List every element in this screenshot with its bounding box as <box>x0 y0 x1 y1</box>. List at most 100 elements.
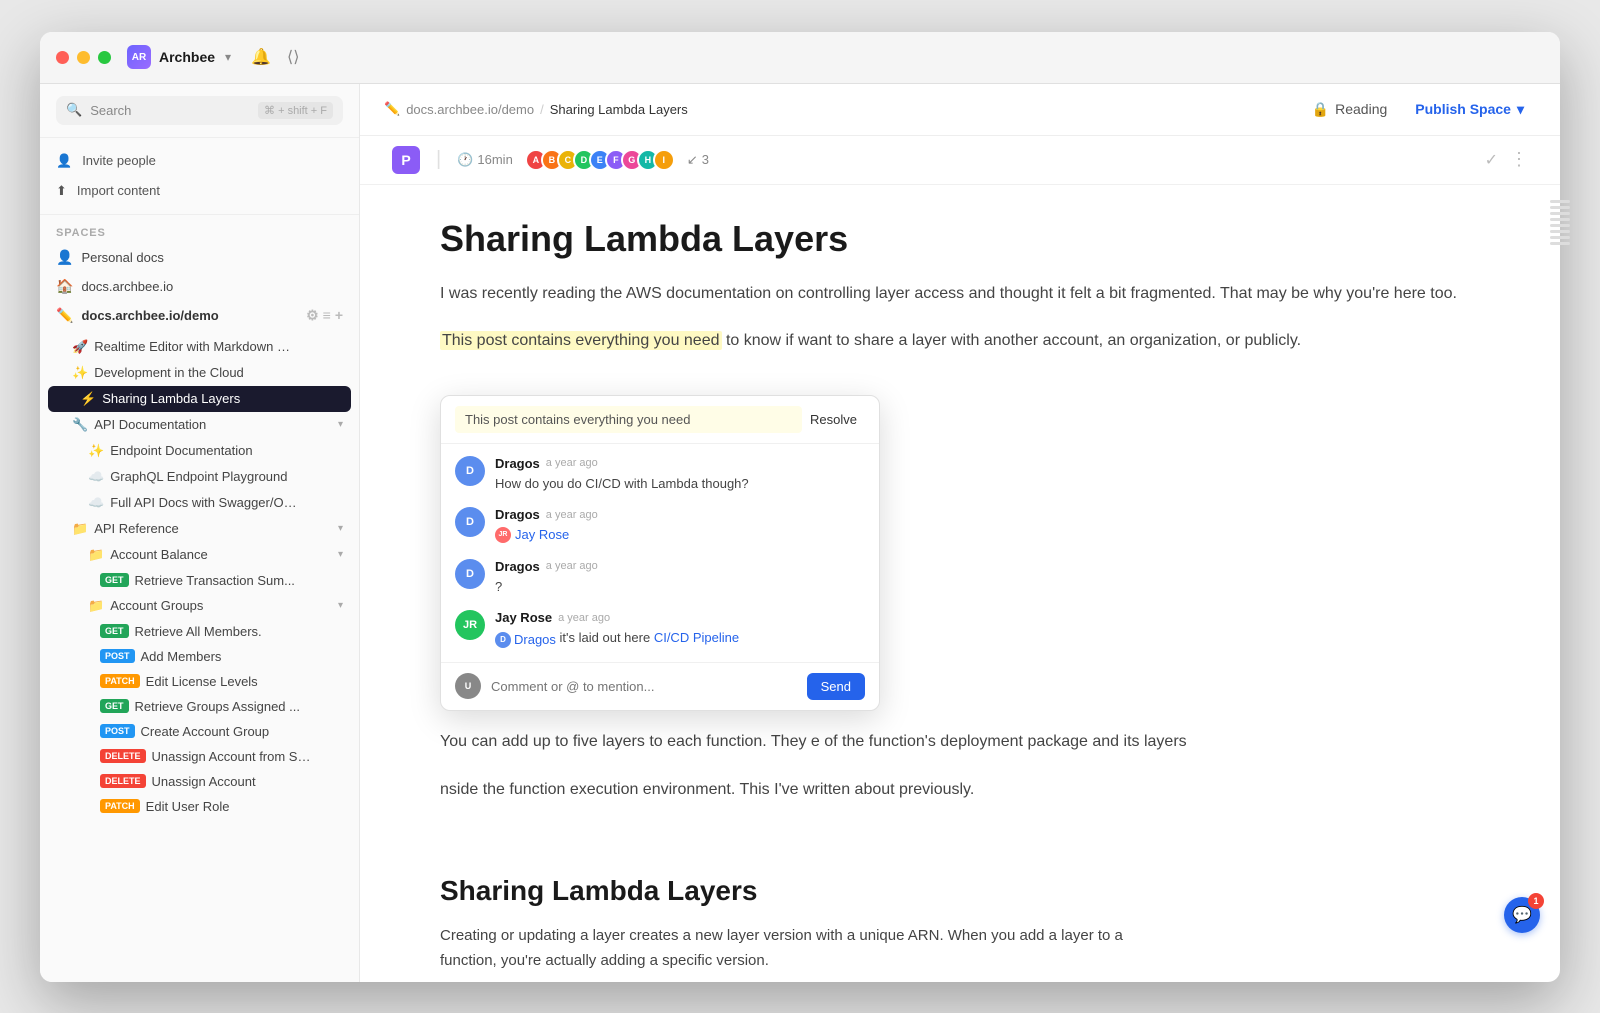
scroll-mark-3 <box>1550 212 1560 215</box>
comment-input[interactable] <box>491 679 797 694</box>
post-badge: POST <box>100 649 135 663</box>
collaborator-avatars: A B C D E F G H I <box>525 149 675 171</box>
minimize-button[interactable] <box>77 51 90 64</box>
sidebar-item-endpoint-docs[interactable]: ✨ Endpoint Documentation <box>40 438 359 464</box>
inline-avatar: D <box>495 632 511 648</box>
collapse-sidebar-icon[interactable]: ≡ <box>323 307 331 324</box>
notification-icon[interactable]: 🔔 <box>251 47 271 67</box>
branch-count: ↙ 3 <box>687 152 709 168</box>
person-icon: 👤 <box>56 153 72 169</box>
content-area: 🔍 Search ⌘ + shift + F 👤 Invite people ⬆… <box>40 84 1560 982</box>
search-bar[interactable]: 🔍 Search ⌘ + shift + F <box>56 96 343 125</box>
sidebar-item-retrieve-transaction[interactable]: GET Retrieve Transaction Sum... <box>40 568 359 593</box>
breadcrumb-site[interactable]: docs.archbee.io/demo <box>406 102 534 117</box>
sidebar-item-api-docs[interactable]: 🔧 API Documentation ▾ <box>40 412 359 438</box>
highlighted-text: This post contains everything you need <box>440 331 722 350</box>
comment-header-2: Dragos a year ago <box>495 507 865 522</box>
sidebar-item-edit-license[interactable]: PATCH Edit License Levels <box>40 669 359 694</box>
cicd-link[interactable]: CI/CD Pipeline <box>654 630 739 645</box>
scroll-mark-2 <box>1550 206 1560 209</box>
doc-area: P | 🕐 16min A B C D E F <box>360 136 1560 982</box>
app-title-area: AR Archbee ▾ <box>127 45 231 69</box>
add-page-icon[interactable]: + <box>335 307 343 324</box>
main-content: ✏️ docs.archbee.io/demo / Sharing Lambda… <box>360 84 1560 982</box>
sidebar-item-realtime-editor[interactable]: 🚀 Realtime Editor with Markdown Sho... <box>40 334 359 360</box>
comment-input-area: U Send <box>441 662 879 710</box>
publish-label: Publish Space <box>1415 101 1511 117</box>
doc-second-section: Sharing Lambda Layers Creating or updati… <box>360 875 1220 982</box>
close-button[interactable] <box>56 51 69 64</box>
topbar-right: 🔒 Reading Publish Space ▾ <box>1312 95 1536 124</box>
folder-icon-2: 📁 <box>88 547 104 563</box>
wrench-icon: 🔧 <box>72 417 88 433</box>
publish-space-button[interactable]: Publish Space ▾ <box>1403 95 1536 124</box>
comment-text-2: JR Jay Rose <box>495 525 865 545</box>
patch-badge-2: PATCH <box>100 799 140 813</box>
import-icon: ⬆ <box>56 183 67 199</box>
cloud-icon-2: ☁️ <box>88 495 104 511</box>
traffic-lights <box>56 51 111 64</box>
sidebar-item-graphql[interactable]: ☁️ GraphQL Endpoint Playground <box>40 464 359 490</box>
doc-meta: 🕐 16min A B C D E F G H I <box>457 149 709 171</box>
sidebar-item-account-balance[interactable]: 📁 Account Balance ▾ <box>40 542 359 568</box>
sidebar-item-api-reference[interactable]: 📁 API Reference ▾ <box>40 516 359 542</box>
doc-toolbar-right: ✓ ⋮ <box>1485 149 1528 170</box>
comment-content-4: Jay Rose a year ago D Dragos it's l <box>495 610 865 650</box>
sidebar-item-sharing-lambda[interactable]: ⚡ Sharing Lambda Layers <box>48 386 351 412</box>
comment-content-2: Dragos a year ago JR Jay Rose <box>495 507 865 545</box>
scroll-mark-6 <box>1550 230 1560 233</box>
search-label: Search <box>90 103 131 118</box>
sidebar-item-development[interactable]: ✨ Development in the Cloud <box>40 360 359 386</box>
demo-icon: ✏️ <box>56 307 73 324</box>
doc-subtitle: Sharing Lambda Layers <box>440 875 1140 907</box>
chevron-publish-icon: ▾ <box>1517 101 1524 118</box>
resolve-button[interactable]: Resolve <box>802 408 865 431</box>
collapse-icon[interactable]: ⟨⟩ <box>287 47 299 67</box>
sidebar-item-personal-docs[interactable]: 👤 Personal docs <box>40 243 359 272</box>
feedback-button[interactable]: 💬 1 <box>1504 897 1540 933</box>
get-badge-2: GET <box>100 624 129 638</box>
folder-icon: 📁 <box>72 521 88 537</box>
current-user-avatar: U <box>455 673 481 699</box>
checkmark-icon[interactable]: ✓ <box>1485 150 1498 170</box>
more-options-icon[interactable]: ⋮ <box>1510 149 1528 170</box>
sidebar-item-unassign-su[interactable]: DELETE Unassign Account from Su... <box>40 744 359 769</box>
search-shortcut: ⌘ + shift + F <box>258 102 333 119</box>
titlebar-icons: 🔔 ⟨⟩ <box>251 47 299 67</box>
scroll-mark-8 <box>1550 242 1560 245</box>
comment-content-3: Dragos a year ago ? <box>495 559 865 597</box>
sidebar-item-create-group[interactable]: POST Create Account Group <box>40 719 359 744</box>
comments-list: D Dragos a year ago How do you do CI/CD … <box>441 444 879 662</box>
comment-header-4: Jay Rose a year ago <box>495 610 865 625</box>
breadcrumb-current-page: Sharing Lambda Layers <box>550 102 688 117</box>
scroll-mark-1 <box>1550 200 1560 203</box>
divider: | <box>436 148 441 171</box>
import-content-button[interactable]: ⬆ Import content <box>40 176 359 206</box>
comment-popup-header: This post contains everything you need R… <box>441 396 879 444</box>
comment-item-4: JR Jay Rose a year ago D <box>455 610 865 650</box>
send-comment-button[interactable]: Send <box>807 673 865 700</box>
get-badge: GET <box>100 573 129 587</box>
sidebar-item-account-groups[interactable]: 📁 Account Groups ▾ <box>40 593 359 619</box>
settings-icon[interactable]: ⚙ <box>306 307 319 324</box>
comment-popup: This post contains everything you need R… <box>440 395 880 711</box>
sidebar-item-unassign-account[interactable]: DELETE Unassign Account <box>40 769 359 794</box>
chevron-down-icon: ▾ <box>225 50 231 64</box>
sidebar-item-add-members[interactable]: POST Add Members <box>40 644 359 669</box>
sidebar-item-demo[interactable]: ✏️ docs.archbee.io/demo ⚙ ≡ + <box>40 301 359 330</box>
sidebar-item-retrieve-members[interactable]: GET Retrieve All Members. <box>40 619 359 644</box>
comment-text-3: ? <box>495 577 865 597</box>
invite-people-button[interactable]: 👤 Invite people <box>40 146 359 176</box>
branch-icon: ↙ <box>687 152 698 168</box>
mention-link[interactable]: Jay Rose <box>515 525 569 545</box>
nav-tree: 🚀 Realtime Editor with Markdown Sho... ✨… <box>40 330 359 823</box>
cloud-icon: ☁️ <box>88 469 104 485</box>
comment-text-4: D Dragos it's laid out here CI/CD Pipeli… <box>495 628 865 650</box>
sidebar-item-edit-user-role[interactable]: PATCH Edit User Role <box>40 794 359 819</box>
maximize-button[interactable] <box>98 51 111 64</box>
sidebar-item-archbee[interactable]: 🏠 docs.archbee.io <box>40 272 359 301</box>
dragos-link[interactable]: Dragos <box>514 630 556 650</box>
sidebar-item-retrieve-groups[interactable]: GET Retrieve Groups Assigned ... <box>40 694 359 719</box>
sidebar-item-swagger[interactable]: ☁️ Full API Docs with Swagger/Ope... <box>40 490 359 516</box>
clock-icon: 🕐 <box>457 152 473 168</box>
